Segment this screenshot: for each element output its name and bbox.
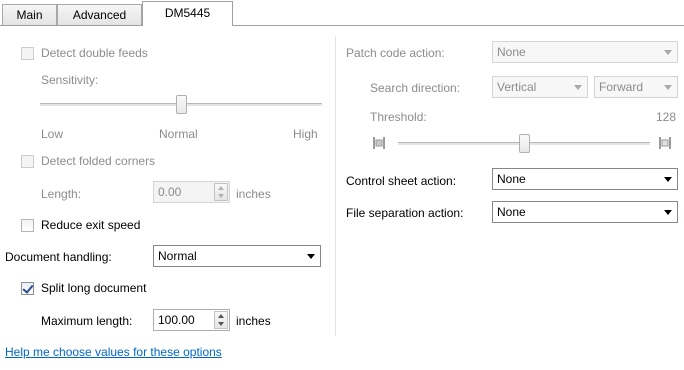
detect-double-feeds-label: Detect double feeds [41,46,148,60]
detect-folded-corners-label: Detect folded corners [41,154,156,168]
file-separation-action-label: File separation action: [346,206,464,220]
help-link[interactable]: Help me choose values for these options [5,345,222,359]
tab-bar: Main Advanced DM5445 [0,0,684,26]
document-handling-label: Document handling: [5,250,112,264]
search-direction-value: Forward [599,80,644,94]
split-long-document-label: Split long document [41,281,147,295]
sensitivity-thumb[interactable] [176,95,187,114]
chevron-down-icon [574,85,582,90]
threshold-min-icon [373,137,385,149]
length-unit: inches [236,187,271,201]
search-orientation-value: Vertical [497,80,537,94]
length-value: 0.00 [158,185,182,199]
length-spin-buttons[interactable] [214,183,228,201]
maximum-length-spin-buttons[interactable] [214,311,228,329]
maximum-length-unit: inches [236,314,271,328]
document-handling-select[interactable]: Normal [153,245,321,267]
sensitivity-normal-label: Normal [159,127,198,141]
reduce-exit-speed-checkbox[interactable] [21,219,34,232]
tab-main[interactable]: Main [2,4,57,25]
file-separation-action-select[interactable]: None [492,201,678,223]
column-divider [335,36,336,336]
chevron-down-icon [664,50,672,55]
chevron-down-icon [664,85,672,90]
sensitivity-low-label: Low [41,127,64,141]
length-stepper[interactable]: 0.00 [153,181,230,203]
detect-folded-corners-checkbox[interactable] [21,155,34,168]
tab-main-label: Main [16,8,43,22]
maximum-length-stepper[interactable]: 100.00 [153,309,230,331]
sensitivity-slider[interactable] [40,94,322,116]
patch-code-action-value: None [497,45,526,59]
search-direction-label: Search direction: [370,81,461,95]
tab-dm5445-label: DM5445 [164,6,211,20]
threshold-thumb[interactable] [519,134,530,153]
document-handling-value: Normal [158,249,197,263]
tab-advanced-label: Advanced [72,8,127,22]
reduce-exit-speed-label: Reduce exit speed [41,218,141,232]
control-sheet-action-select[interactable]: None [492,168,678,190]
sensitivity-high-label: High [293,127,318,141]
tab-advanced[interactable]: Advanced [57,4,142,25]
patch-code-action-select[interactable]: None [492,41,678,63]
sensitivity-label: Sensitivity: [41,73,99,87]
threshold-max-icon [659,137,671,149]
threshold-label: Threshold: [370,110,427,124]
search-orientation-select[interactable]: Vertical [492,76,588,98]
control-sheet-action-value: None [497,172,526,186]
control-sheet-action-label: Control sheet action: [346,174,457,188]
length-label: Length: [41,187,82,201]
maximum-length-value: 100.00 [158,313,195,327]
chevron-down-icon [664,177,672,182]
threshold-value: 128 [656,110,677,124]
patch-code-action-label: Patch code action: [346,46,445,60]
search-direction-select[interactable]: Forward [594,76,678,98]
tab-dm5445[interactable]: DM5445 [142,1,233,26]
detect-double-feeds-checkbox[interactable] [21,47,34,60]
threshold-slider[interactable] [398,133,650,155]
maximum-length-label: Maximum length: [41,314,133,328]
file-separation-action-value: None [497,205,526,219]
chevron-down-icon [664,210,672,215]
chevron-down-icon [307,254,315,259]
split-long-document-checkbox[interactable] [21,282,34,295]
